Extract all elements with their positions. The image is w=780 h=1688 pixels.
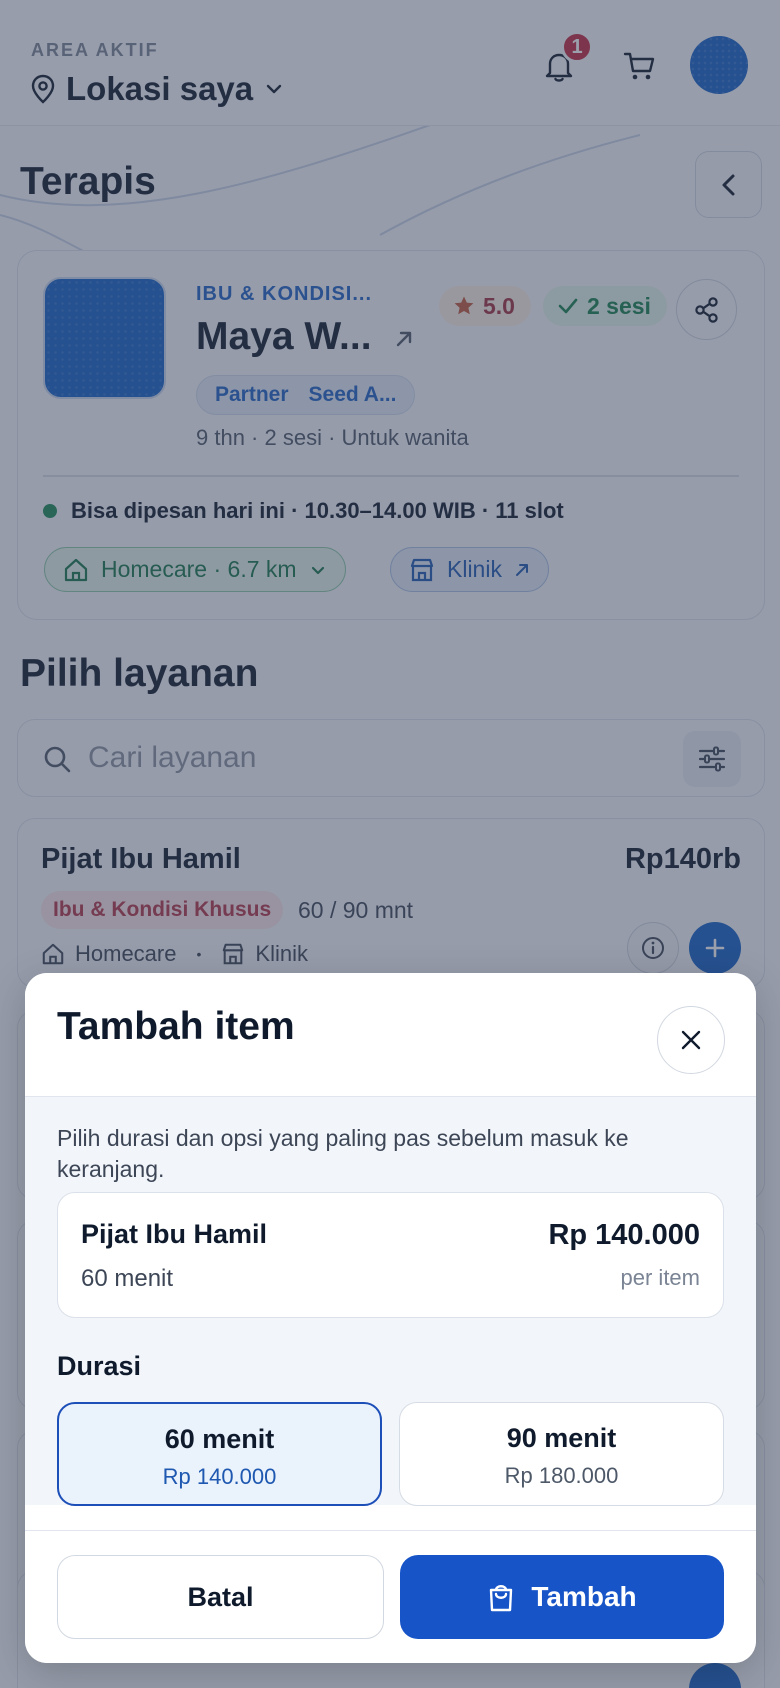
duration-option-60[interactable]: 60 menit Rp 140.000 [57, 1402, 382, 1506]
add-button-label: Tambah [531, 1581, 637, 1612]
summary-unit: per item [620, 1265, 700, 1290]
add-to-cart-button[interactable]: Tambah [400, 1555, 724, 1639]
duration-option-price: Rp 180.000 [504, 1463, 619, 1488]
duration-label: Durasi [57, 1351, 142, 1381]
duration-option-title: 90 menit [506, 1423, 617, 1453]
item-summary-card: Pijat Ibu Hamil 60 menit Rp 140.000 per … [57, 1192, 724, 1318]
duration-option-title: 60 menit [164, 1424, 275, 1454]
duration-option-price: Rp 140.000 [162, 1464, 277, 1489]
close-icon [681, 1030, 701, 1050]
add-item-modal: Tambah item Pilih durasi dan opsi yang p… [25, 973, 756, 1663]
summary-service-name: Pijat Ibu Hamil [81, 1219, 268, 1249]
close-button[interactable] [657, 1006, 725, 1074]
modal-description: Pilih durasi dan opsi yang paling pas se… [57, 1125, 629, 1182]
duration-option-90[interactable]: 90 menit Rp 180.000 [399, 1402, 724, 1506]
cancel-button[interactable]: Batal [57, 1555, 384, 1639]
shopping-bag-icon [490, 1585, 513, 1612]
summary-price: Rp 140.000 [548, 1219, 700, 1251]
modal-title: Tambah item [57, 1005, 295, 1048]
summary-duration: 60 menit [81, 1265, 174, 1292]
modal-body: Pilih durasi dan opsi yang paling pas se… [25, 1097, 756, 1506]
modal-footer: Batal Tambah [25, 1530, 756, 1663]
modal-header: Tambah item [25, 973, 756, 1097]
